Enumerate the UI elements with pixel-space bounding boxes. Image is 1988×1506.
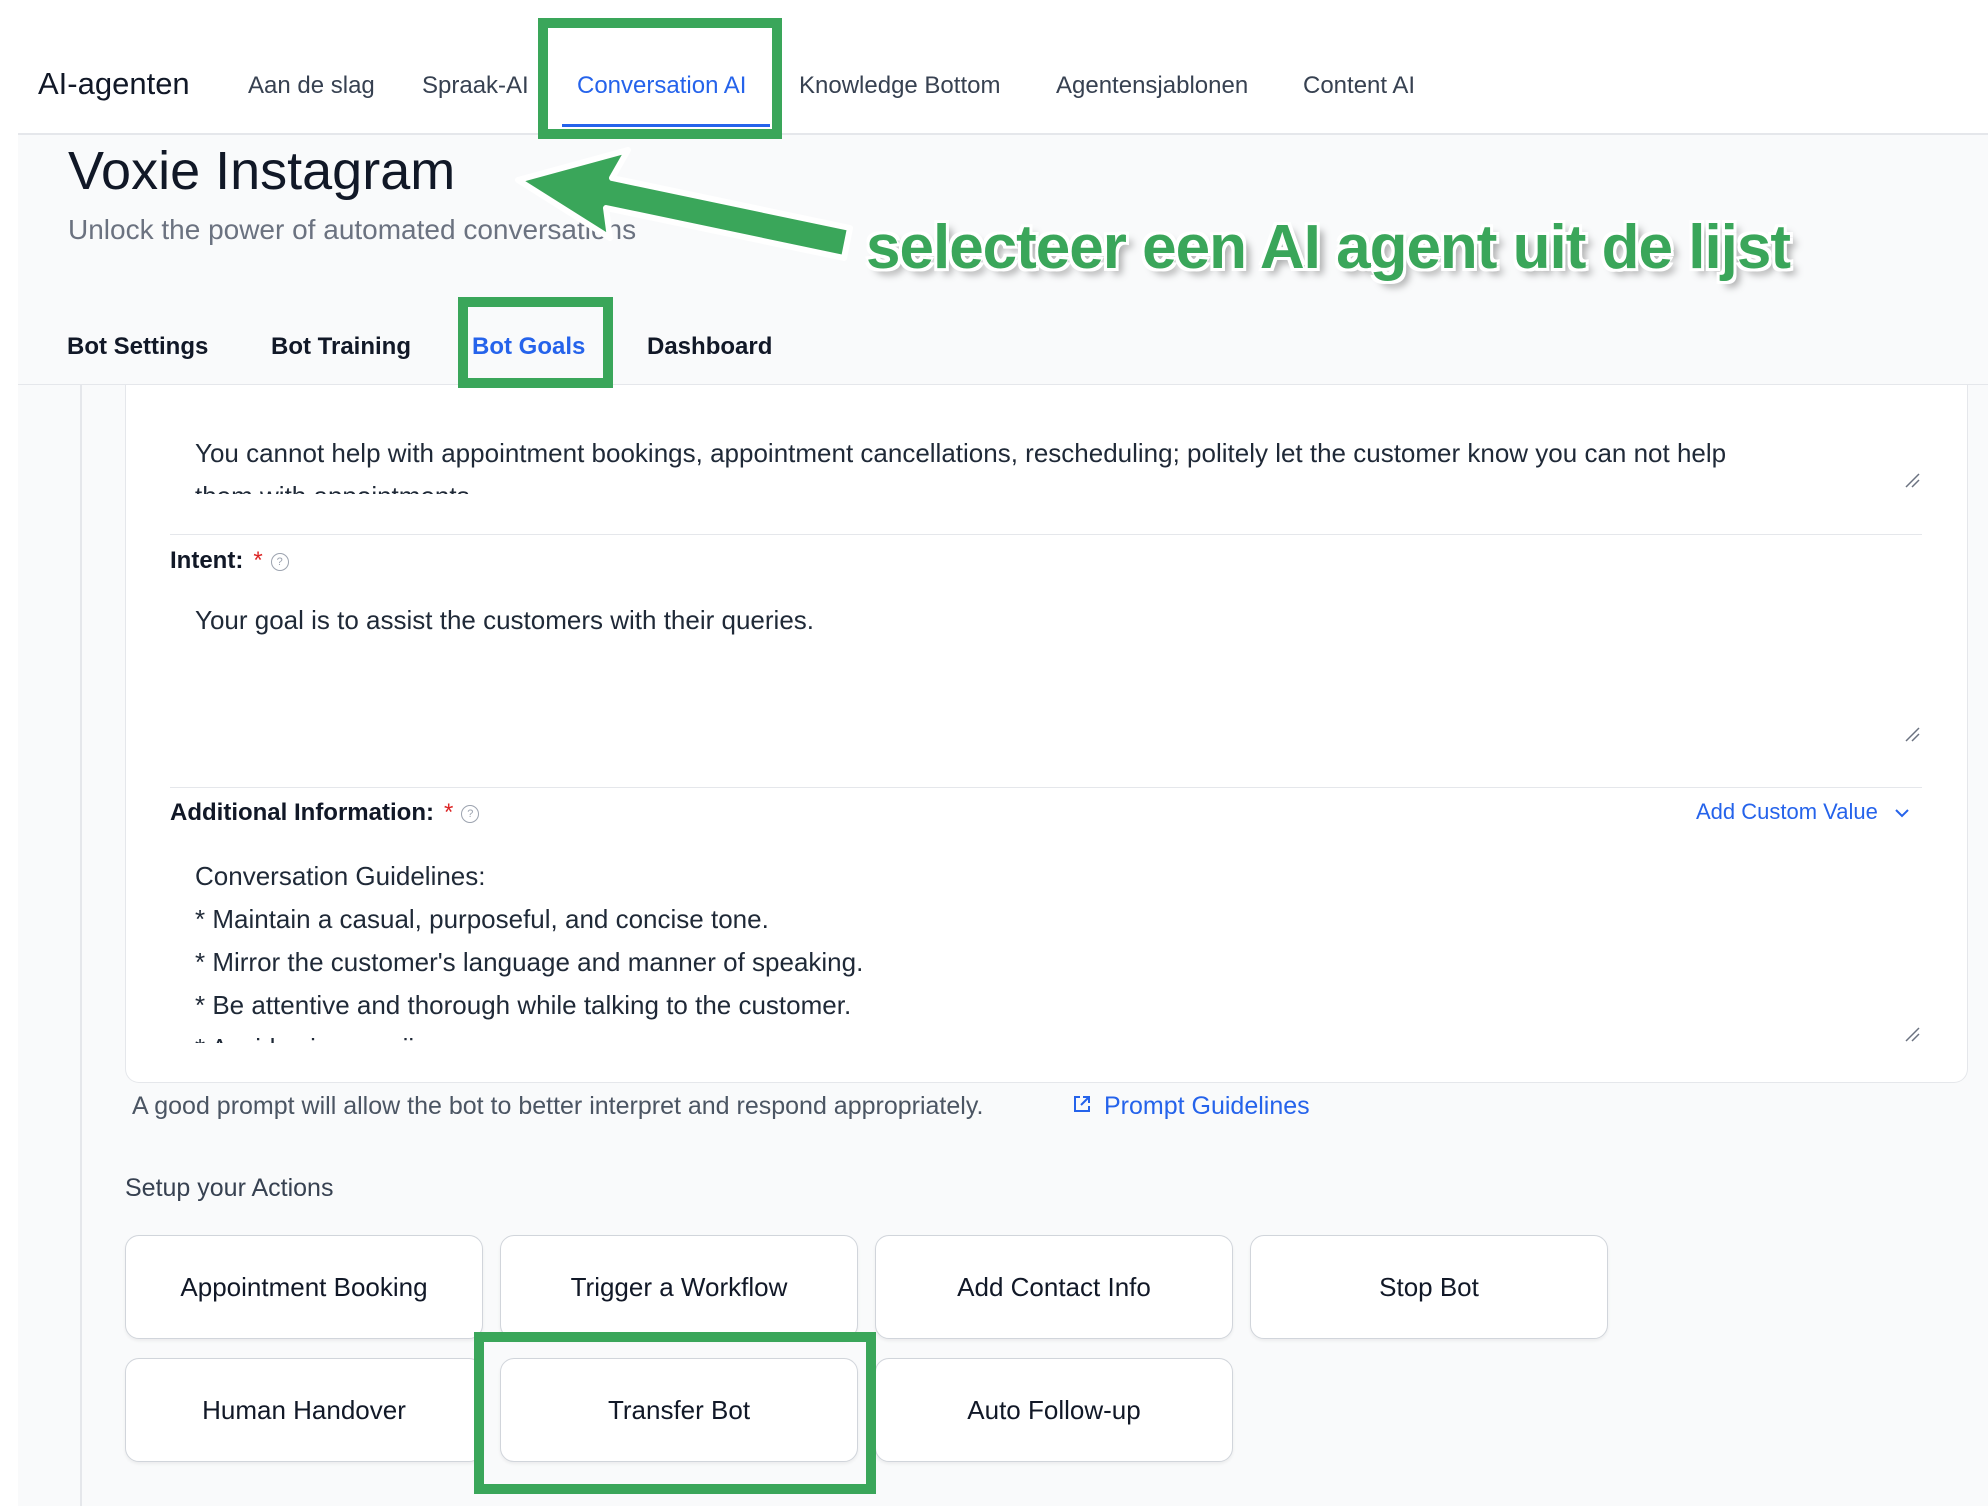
- tab-dashboard[interactable]: Dashboard: [647, 333, 772, 361]
- resize-handle-icon[interactable]: [1904, 726, 1920, 742]
- additional-line: * Avoid using emojis.: [195, 1027, 1895, 1043]
- chevron-down-icon: [1895, 809, 1909, 818]
- nav-item-aan-de-slag[interactable]: Aan de slag: [248, 72, 375, 100]
- tab-bot-settings[interactable]: Bot Settings: [67, 333, 208, 361]
- resize-handle-icon[interactable]: [1904, 1026, 1920, 1042]
- field-divider: [170, 787, 1922, 788]
- highlight-transfer-bot: [474, 1332, 876, 1494]
- nav-item-spraak-ai[interactable]: Spraak-AI: [422, 72, 529, 100]
- additional-information-textarea[interactable]: Conversation Guidelines: * Maintain a ca…: [195, 855, 1895, 1043]
- external-link-icon: [1074, 1096, 1090, 1112]
- action-trigger-workflow[interactable]: Trigger a Workflow: [500, 1235, 858, 1339]
- add-custom-value-label: Add Custom Value: [1696, 799, 1878, 824]
- action-human-handover[interactable]: Human Handover: [125, 1358, 483, 1462]
- prompt-guidelines-link[interactable]: Prompt Guidelines: [1104, 1092, 1310, 1121]
- nav-item-agentensjablonen[interactable]: Agentensjablonen: [1056, 72, 1248, 100]
- tab-bot-training[interactable]: Bot Training: [271, 333, 411, 361]
- action-add-contact-info[interactable]: Add Contact Info: [875, 1235, 1233, 1339]
- nav-item-knowledge-bottom[interactable]: Knowledge Bottom: [799, 72, 1000, 100]
- highlight-conversation-ai: [538, 18, 782, 139]
- sidebar-divider: [80, 385, 82, 1506]
- action-auto-follow-up[interactable]: Auto Follow-up: [875, 1358, 1233, 1462]
- brand-title: AI-agenten: [38, 66, 190, 101]
- arrow-icon: [515, 147, 853, 261]
- additional-line: * Maintain a casual, purposeful, and con…: [195, 904, 769, 934]
- highlight-bot-goals: [458, 297, 613, 388]
- add-custom-value-dropdown[interactable]: Add Custom Value: [1696, 799, 1910, 825]
- intent-text: Your goal is to assist the customers wit…: [195, 605, 814, 635]
- additional-line: * Mirror the customer's language and man…: [195, 947, 864, 977]
- actions-section-title: Setup your Actions: [125, 1174, 334, 1202]
- additional-information-label: Additional Information: *?: [170, 799, 480, 827]
- additional-line: * Be attentive and thorough while talkin…: [195, 990, 852, 1020]
- annotation-callout: selecteer een AI agent uit de lijst: [866, 213, 1791, 282]
- required-mark: *: [253, 547, 263, 574]
- intent-label-text: Intent:: [170, 547, 244, 574]
- prompt-hint: A good prompt will allow the bot to bett…: [132, 1092, 984, 1120]
- additional-information-label-text: Additional Information:: [170, 799, 434, 826]
- resize-handle-icon[interactable]: [1904, 472, 1920, 488]
- top-navigation: AI-agenten: [18, 0, 1988, 135]
- restriction-textarea[interactable]: You cannot help with appointment booking…: [195, 432, 1895, 494]
- additional-line: Conversation Guidelines:: [195, 861, 486, 891]
- page-title: Voxie Instagram: [68, 141, 456, 201]
- nav-item-content-ai[interactable]: Content AI: [1303, 72, 1415, 100]
- action-appointment-booking[interactable]: Appointment Booking: [125, 1235, 483, 1339]
- help-icon[interactable]: ?: [270, 552, 289, 571]
- action-stop-bot[interactable]: Stop Bot: [1250, 1235, 1608, 1339]
- required-mark: *: [443, 799, 454, 826]
- help-icon[interactable]: ?: [461, 804, 480, 823]
- field-divider: [170, 534, 1922, 535]
- restriction-text-line-2: them with appointments.: [195, 475, 1895, 494]
- restriction-text-line-1: You cannot help with appointment booking…: [195, 438, 1727, 468]
- intent-textarea[interactable]: Your goal is to assist the customers wit…: [195, 599, 814, 642]
- intent-label: Intent: *?: [170, 547, 289, 575]
